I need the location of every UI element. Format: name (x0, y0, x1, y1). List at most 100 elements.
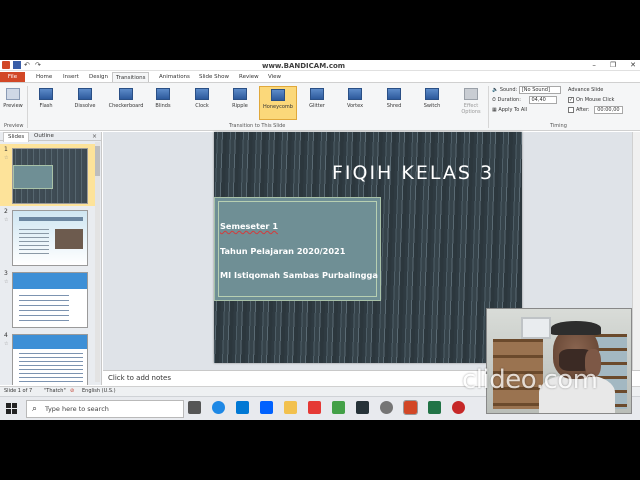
advance-slide-label: Advance Slide (568, 87, 604, 93)
preview-icon (6, 88, 20, 100)
close-icon[interactable]: ✕ (630, 61, 636, 69)
restore-icon[interactable]: ❐ (610, 61, 616, 69)
after-checkbox[interactable] (568, 106, 574, 113)
thumbnail-preview (12, 272, 88, 328)
transition-glitter-button[interactable]: Glitter (301, 86, 333, 120)
task-view-icon[interactable] (188, 401, 201, 414)
dropbox-icon[interactable] (260, 401, 273, 414)
taskbar-search-input[interactable]: ⌕ Type here to search (26, 400, 184, 418)
spellcheck-icon[interactable]: ⊘ (70, 387, 74, 396)
tab-view[interactable]: View (265, 72, 284, 82)
flash-icon (39, 88, 53, 100)
transition-dissolve-button[interactable]: Dissolve (69, 86, 101, 120)
transition-star-icon: ☆ (4, 155, 9, 161)
chrome-icon[interactable] (380, 401, 393, 414)
excel-icon[interactable] (428, 401, 441, 414)
tab-animations[interactable]: Animations (156, 72, 193, 82)
tab-outline[interactable]: Outline (30, 132, 58, 141)
theme-name: "Thatch" (44, 388, 66, 394)
minimize-icon[interactable]: – (592, 61, 596, 69)
shield-icon[interactable] (356, 401, 369, 414)
current-slide[interactable]: FIQIH KELAS 3 Semeseter 1 Tahun Pelajara… (214, 132, 522, 363)
sound-icon: 🔈 (492, 87, 499, 93)
blinds-icon (156, 88, 170, 100)
glitter-icon (310, 88, 324, 100)
timing-group-label: Timing (550, 123, 567, 129)
slide-thumbnail-2[interactable]: 2 ☆ (0, 206, 100, 268)
clock-icon (195, 88, 209, 100)
slide-content-box[interactable]: Semeseter 1 Tahun Pelajaran 2020/2021 MI… (214, 197, 381, 301)
after-row: After: 00:00,00 (568, 105, 623, 115)
transition-flash-button[interactable]: Flash (30, 86, 62, 120)
transition-ripple-button[interactable]: Ripple (224, 86, 256, 120)
title-bar: ↶ ↷ www.BANDICAM.com – ❐ ✕ (0, 60, 640, 71)
vortex-icon (348, 88, 362, 100)
duration-input[interactable]: 04,40 (528, 95, 557, 104)
tab-design[interactable]: Design (86, 72, 111, 82)
powerpoint-taskbar-icon[interactable] (403, 400, 418, 415)
transition-switch-button[interactable]: Switch (416, 86, 448, 120)
transition-group-label: Transition to This Slide (229, 123, 286, 129)
transition-clock-button[interactable]: Clock (186, 86, 218, 120)
windows-start-icon[interactable] (6, 403, 17, 414)
tab-slides[interactable]: Slides (3, 132, 30, 142)
redo-icon[interactable]: ↷ (35, 61, 43, 69)
slide-line-semester: Semeseter 1 (220, 221, 279, 231)
background-monitor (521, 317, 551, 339)
ripple-icon (233, 88, 247, 100)
transition-blinds-button[interactable]: Blinds (147, 86, 179, 120)
slide-title[interactable]: FIQIH KELAS 3 (214, 162, 522, 184)
tab-insert[interactable]: Insert (60, 72, 82, 82)
tab-file[interactable]: File (0, 72, 25, 82)
dissolve-icon (78, 88, 92, 100)
person-cap (551, 321, 601, 335)
preview-button[interactable]: Preview (0, 86, 26, 120)
search-icon: ⌕ (32, 404, 38, 414)
on-mouse-click-checkbox[interactable]: ✓ (568, 96, 574, 103)
slide-vertical-scrollbar[interactable] (632, 132, 640, 370)
preview-group-label: Preview (4, 123, 24, 129)
sound-select[interactable]: [No Sound] (518, 85, 561, 94)
timing-group-right: Advance Slide ✓ On Mouse Click After: 00:… (568, 85, 623, 115)
shred-icon (387, 88, 401, 100)
ribbon-tabs: File Home Insert Design Transitions Anim… (0, 71, 640, 82)
transition-star-icon: ☆ (4, 341, 9, 347)
slides-pane-tabs: Slides Outline × (0, 132, 101, 142)
tab-transitions[interactable]: Transitions (112, 72, 150, 82)
file-explorer-icon[interactable] (284, 401, 297, 414)
transition-checkerboard-button[interactable]: Checkerboard (108, 86, 144, 120)
thumbnails-scrollbar[interactable] (95, 142, 100, 382)
app-icon[interactable] (332, 401, 345, 414)
slide-thumbnail-4[interactable]: 4 ☆ (0, 330, 100, 385)
language-indicator[interactable]: English (U.S.) (82, 387, 116, 396)
tab-review[interactable]: Review (236, 72, 262, 82)
edge-icon[interactable] (212, 401, 225, 414)
apply-to-all-button[interactable]: ▦ Apply To All (492, 105, 561, 115)
transition-honeycomb-button[interactable]: Honeycomb (259, 86, 297, 120)
transition-shred-button[interactable]: Shred (378, 86, 410, 120)
quick-access-toolbar: ↶ ↷ (2, 61, 43, 69)
effect-options-icon (464, 88, 478, 100)
tab-slide-show[interactable]: Slide Show (196, 72, 232, 82)
slide-line-school: MI Istiqomah Sambas Purbalingga (220, 270, 378, 280)
mail-icon[interactable] (236, 401, 249, 414)
sound-row: 🔈 Sound: [No Sound] (492, 85, 561, 95)
transition-vortex-button[interactable]: Vortex (339, 86, 371, 120)
save-icon[interactable] (13, 61, 21, 69)
taskbar-apps (188, 400, 465, 415)
slide-thumbnail-3[interactable]: 3 ☆ (0, 268, 100, 330)
divider (488, 86, 489, 128)
slide-thumbnail-1[interactable]: 1 ☆ (0, 144, 100, 206)
transition-star-icon: ☆ (4, 279, 9, 285)
record-icon[interactable] (452, 401, 465, 414)
after-input[interactable]: 00:00,00 (594, 105, 623, 114)
undo-icon[interactable]: ↶ (24, 61, 32, 69)
close-pane-icon[interactable]: × (92, 132, 97, 141)
thumbnail-preview (12, 148, 88, 204)
checkerboard-icon (119, 88, 133, 100)
on-mouse-click-row[interactable]: ✓ On Mouse Click (568, 95, 623, 105)
app-icon[interactable] (308, 401, 321, 414)
effect-options-button[interactable]: Effect Options (456, 86, 486, 120)
scrollbar-thumb[interactable] (95, 146, 100, 176)
tab-home[interactable]: Home (33, 72, 55, 82)
